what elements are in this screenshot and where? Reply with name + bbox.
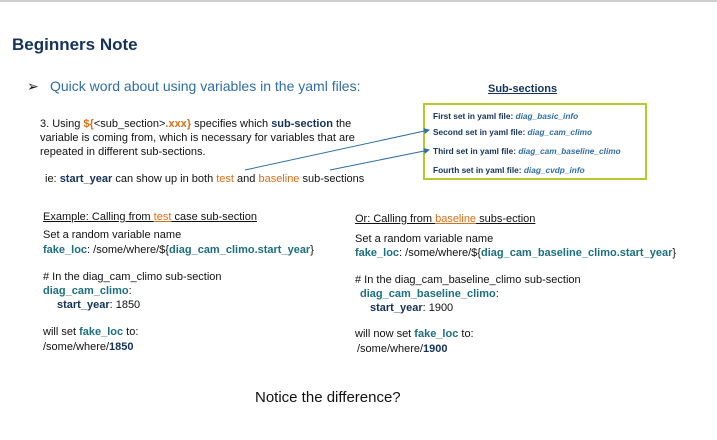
arrow-to-second-set: [244, 128, 430, 171]
right-example-heading: Or: Calling from baseline subs-ection: [355, 213, 536, 225]
left-line1: Set a random variable name: [43, 229, 182, 241]
left-comment: # In the diag_cam_climo sub-section: [43, 271, 222, 283]
left-path-line: fake_loc: /some/where/${diag_cam_climo.s…: [43, 244, 314, 256]
notice-text: Notice the difference?: [255, 389, 401, 406]
right-key: start_year: 1900: [370, 302, 454, 314]
left-result: /some/where/1850: [43, 341, 134, 353]
arrow-to-third-set: [329, 148, 430, 171]
left-will-set: will set fake_loc to:: [43, 326, 139, 338]
right-line1: Set a random variable name: [355, 233, 494, 245]
right-will-set: will now set fake_loc to:: [355, 328, 474, 340]
right-result: /some/where/1900: [357, 343, 448, 355]
left-key: start_year: 1850: [57, 299, 141, 311]
right-comment: # In the diag_cam_baseline_climo sub-sec…: [355, 274, 581, 286]
left-example-heading: Example: Calling from test case sub-sect…: [43, 211, 257, 223]
left-section: diag_cam_climo:: [43, 285, 132, 297]
right-path-line: fake_loc: /some/where/${diag_cam_baselin…: [355, 247, 677, 259]
right-section: diag_cam_baseline_climo:: [360, 288, 499, 300]
